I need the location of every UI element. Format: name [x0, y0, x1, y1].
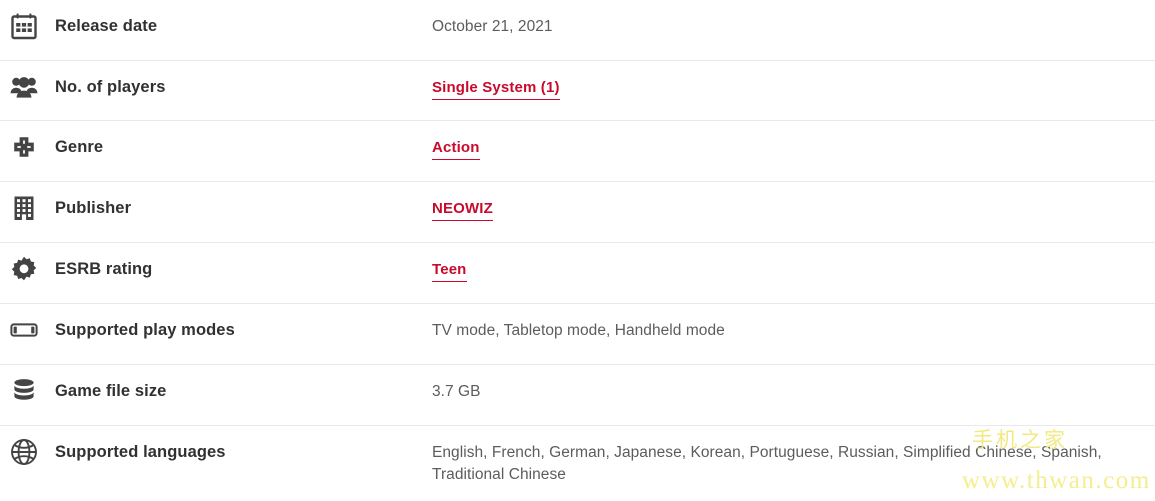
- players-link[interactable]: Single System (1): [432, 79, 560, 100]
- globe-icon-cell: [0, 426, 55, 466]
- game-spec-table: Release date October 21, 2021 No. of pla…: [0, 0, 1155, 501]
- table-row: ESRB rating Teen: [0, 243, 1155, 304]
- table-row: Release date October 21, 2021: [0, 0, 1155, 61]
- spec-label: Supported languages: [55, 443, 226, 461]
- table-row: Genre Action: [0, 121, 1155, 182]
- gear-icon-cell: [0, 243, 55, 283]
- spec-value: NEOWIZ: [432, 182, 1155, 221]
- switch-console-icon: [10, 316, 38, 344]
- table-row: No. of players Single System (1): [0, 61, 1155, 121]
- database-icon: [10, 377, 38, 405]
- switch-console-icon-cell: [0, 304, 55, 344]
- spec-value: Action: [432, 121, 1155, 160]
- globe-icon: [10, 438, 38, 466]
- building-icon-cell: [0, 182, 55, 222]
- table-row: Supported languages English, French, Ger…: [0, 426, 1155, 501]
- building-icon: [10, 194, 38, 222]
- gear-icon: [10, 255, 38, 283]
- spec-value: Teen: [432, 243, 1155, 282]
- spec-label: Release date: [55, 17, 158, 35]
- spec-value: English, French, German, Japanese, Korea…: [432, 444, 1102, 484]
- spec-value: Single System (1): [432, 61, 1155, 100]
- dpad-icon: [10, 133, 38, 161]
- dpad-icon-cell: [0, 121, 55, 161]
- spec-value: 3.7 GB: [432, 383, 481, 400]
- genre-link[interactable]: Action: [432, 139, 480, 160]
- table-row: Game file size 3.7 GB: [0, 365, 1155, 426]
- spec-label: No. of players: [55, 78, 166, 96]
- database-icon-cell: [0, 365, 55, 405]
- calendar-icon: [10, 12, 38, 40]
- table-row: Supported play modes TV mode, Tabletop m…: [0, 304, 1155, 365]
- spec-label: Game file size: [55, 382, 167, 400]
- esrb-rating-link[interactable]: Teen: [432, 261, 467, 282]
- table-row: Publisher NEOWIZ: [0, 182, 1155, 243]
- calendar-icon-cell: [0, 0, 55, 40]
- spec-label: ESRB rating: [55, 260, 153, 278]
- players-group-icon: [10, 73, 38, 101]
- publisher-link[interactable]: NEOWIZ: [432, 200, 493, 221]
- spec-value: TV mode, Tabletop mode, Handheld mode: [432, 322, 725, 339]
- spec-label: Supported play modes: [55, 321, 235, 339]
- players-group-icon-cell: [0, 61, 55, 101]
- spec-value: October 21, 2021: [432, 18, 553, 35]
- spec-label: Publisher: [55, 199, 132, 217]
- spec-label: Genre: [55, 138, 104, 156]
